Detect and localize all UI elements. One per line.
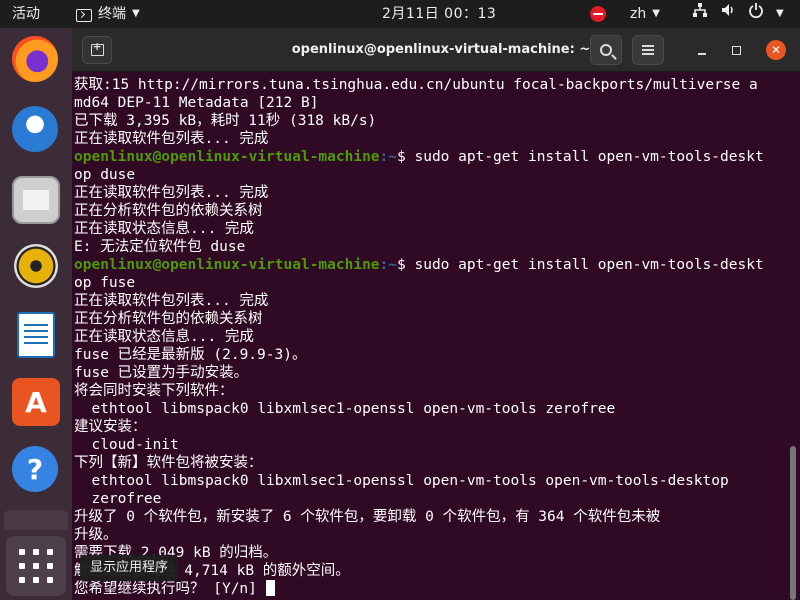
input-prompt-line: 您希望继续执行吗？ [Y/n]	[74, 580, 788, 598]
terminal-icon	[76, 8, 92, 22]
rhythmbox-icon[interactable]	[14, 244, 58, 288]
search-button[interactable]	[590, 35, 622, 65]
terminal-line: cloud-init	[74, 437, 179, 453]
dock-separator	[4, 510, 68, 530]
window-title: openlinux@openlinux-virtual-machine: ~	[291, 42, 591, 57]
header-bar: openlinux@openlinux-virtual-machine: ~ ✕	[72, 28, 800, 72]
top-bar: 活动 终端 ▼ 2月11日 00：13 zh ▼ ▼	[0, 0, 800, 28]
text-cursor	[265, 580, 275, 596]
confirm-question: 您希望继续执行吗？ [Y/n]	[74, 581, 266, 597]
command-text: sudo apt-get install open-vm-tools-deskt	[414, 149, 764, 165]
activities-button[interactable]: 活动	[12, 0, 40, 28]
terminal-line: ethtool libmspack0 libxmlsec1-openssl op…	[74, 401, 616, 417]
close-button[interactable]: ✕	[766, 40, 786, 60]
input-method-label: zh	[630, 6, 647, 22]
terminal-line: fuse 已设置为手动安装。	[74, 365, 249, 381]
terminal-line: E: 无法定位软件包 duse	[74, 239, 246, 255]
prompt-user: openlinux@openlinux-virtual-machine	[74, 257, 380, 273]
files-icon[interactable]	[12, 176, 60, 224]
terminal-line: 正在读取状态信息... 完成	[74, 329, 254, 345]
terminal-line: 建议安装：	[74, 419, 147, 435]
search-icon	[600, 44, 612, 56]
libreoffice-writer-icon[interactable]	[17, 312, 55, 358]
terminal-line: 正在分析软件包的依赖关系树	[74, 203, 263, 219]
terminal-line: 正在分析软件包的依赖关系树	[74, 311, 263, 327]
terminal-line: fuse 已经是最新版 (2.9.9-3)。	[74, 347, 307, 363]
prompt-user: openlinux@openlinux-virtual-machine	[74, 149, 380, 165]
dock	[0, 28, 72, 600]
prompt-path: :~	[379, 149, 398, 165]
terminal-line: 升级了 0 个软件包，新安装了 6 个软件包，要卸载 0 个软件包，有 364 …	[74, 509, 661, 525]
terminal-line: 正在读取软件包列表... 完成	[74, 131, 269, 147]
menu-button[interactable]	[632, 35, 664, 65]
chevron-down-icon: ▼	[652, 8, 660, 19]
volume-icon[interactable]	[720, 0, 736, 28]
scrollbar[interactable]	[790, 446, 796, 600]
terminal-output[interactable]: 获取:15 http://mirrors.tuna.tsinghua.edu.c…	[72, 72, 788, 600]
terminal-line: 解压缩后会消耗 4,714 kB 的额外空间。	[74, 563, 350, 579]
show-applications-button[interactable]	[6, 536, 66, 596]
app-menu[interactable]: 终端 ▼	[76, 0, 140, 28]
prompt-line: openlinux@openlinux-virtual-machine:~$ s…	[74, 148, 788, 166]
system-menu-chevron-icon[interactable]: ▼	[776, 0, 784, 28]
chevron-down-icon: ▼	[132, 8, 140, 19]
terminal-line: 已下载 3,395 kB，耗时 11秒 (318 kB/s)	[74, 113, 377, 129]
thunderbird-icon[interactable]	[12, 106, 58, 152]
network-icon[interactable]	[692, 0, 708, 28]
software-center-icon[interactable]	[12, 378, 60, 426]
terminal-line: op duse	[74, 167, 136, 183]
terminal-line: ethtool libmspack0 libxmlsec1-openssl op…	[74, 473, 729, 489]
terminal-line: zerofree	[74, 491, 162, 507]
maximize-button[interactable]	[726, 40, 746, 60]
terminal-line: 下列【新】软件包将被安装：	[74, 455, 263, 471]
app-menu-label: 终端	[98, 6, 126, 22]
minimize-button[interactable]	[692, 40, 712, 60]
hamburger-icon	[642, 45, 654, 55]
firefox-icon[interactable]	[12, 36, 58, 82]
do-not-disturb-icon[interactable]	[590, 6, 606, 22]
terminal-line: 正在读取软件包列表... 完成	[74, 293, 269, 309]
power-icon[interactable]	[748, 0, 764, 28]
command-text: sudo apt-get install open-vm-tools-deskt	[414, 257, 764, 273]
prompt-path: :~	[379, 257, 398, 273]
terminal-line: 获取:15 http://mirrors.tuna.tsinghua.edu.c…	[74, 77, 758, 93]
terminal-line: 需要下载 2,049 kB 的归档。	[74, 545, 278, 561]
prompt-line: openlinux@openlinux-virtual-machine:~$ s…	[74, 256, 788, 274]
terminal-window: openlinux@openlinux-virtual-machine: ~ ✕…	[72, 28, 800, 600]
prompt-dollar: $	[397, 149, 415, 165]
terminal-line: op fuse	[74, 275, 136, 291]
terminal-line: 正在读取状态信息... 完成	[74, 221, 254, 237]
input-method-menu[interactable]: zh ▼	[630, 0, 660, 28]
prompt-dollar: $	[397, 257, 415, 273]
tooltip: 显示应用程序	[80, 555, 179, 581]
terminal-line: 将会同时安装下列软件：	[74, 383, 234, 399]
clock[interactable]: 2月11日 00：13	[382, 0, 496, 28]
help-icon[interactable]	[12, 446, 58, 492]
terminal-line: 升级。	[74, 527, 118, 543]
terminal-line: md64 DEP-11 Metadata [212 B]	[74, 95, 319, 111]
terminal-line: 正在读取软件包列表... 完成	[74, 185, 269, 201]
